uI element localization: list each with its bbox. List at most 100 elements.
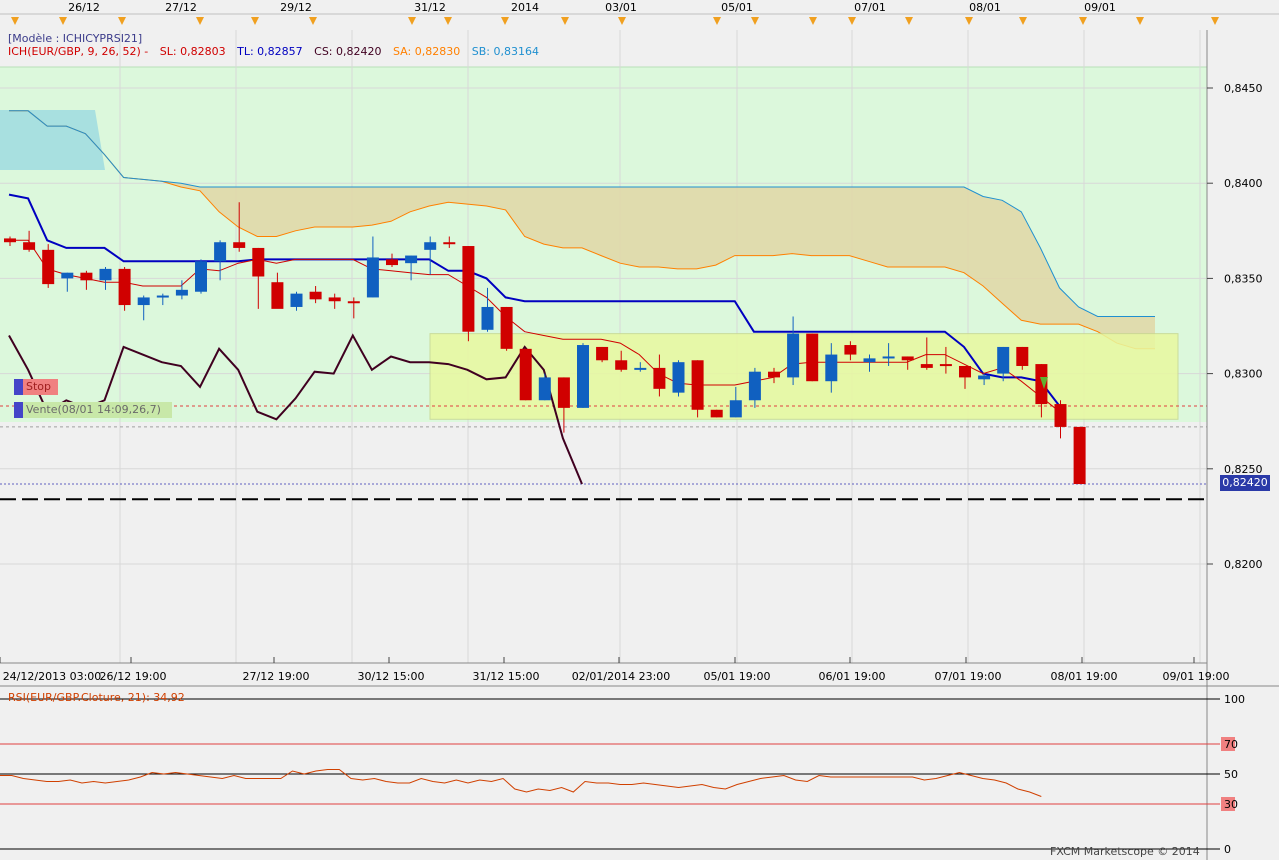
stop-label: Stop	[26, 380, 52, 393]
candle-body-53	[1016, 346, 1029, 366]
top-date-7: 07/01	[854, 1, 886, 14]
candle-body-47	[901, 356, 914, 361]
sell-handle[interactable]	[14, 402, 23, 418]
model-label: [Modèle : ICHICYPRSI21]	[8, 32, 143, 45]
candle-body-36	[691, 360, 704, 410]
y-tick-label-0: 0,8450	[1224, 82, 1263, 95]
candle-body-39	[748, 371, 761, 401]
candle-body-55	[1054, 404, 1067, 427]
candle-body-44	[844, 345, 857, 355]
tl-value: TL: 0,82857	[237, 45, 303, 58]
candle-body-8	[156, 295, 169, 298]
candle-body-24	[462, 246, 475, 332]
candle-body-9	[175, 289, 188, 296]
sell-label: Vente(08/01 14:09,26,7)	[26, 403, 161, 416]
candle-body-51	[978, 375, 991, 380]
sell-order-tag[interactable]: Vente(08/01 14:09,26,7)	[14, 402, 172, 418]
top-date-1: 27/12	[165, 1, 197, 14]
candle-body-13	[252, 247, 265, 277]
candle-body-38	[729, 400, 742, 418]
candle-body-31	[596, 346, 609, 361]
cs-value: CS: 0,82420	[314, 45, 382, 58]
cloud-fill-teal	[0, 110, 105, 170]
x-tick-label-10: 09/01 19:00	[1163, 670, 1230, 683]
y-tick-label-3: 0,8300	[1224, 368, 1263, 381]
x-tick-label-0: 24/12/2013 03:00	[3, 670, 102, 683]
top-date-6: 05/01	[721, 1, 753, 14]
candle-body-29	[557, 377, 570, 408]
ichimoku-legend: ICH(EUR/GBP, 9, 26, 52) - SL: 0,82803 TL…	[8, 45, 547, 58]
rsi-tick-label-50: 50	[1224, 768, 1238, 781]
candle-body-21	[405, 255, 418, 264]
rsi-tick-label-100: 100	[1224, 693, 1245, 706]
candle-body-40	[768, 371, 780, 378]
y-tick-label-4: 0,8250	[1224, 463, 1263, 476]
candle-body-15	[290, 293, 303, 307]
x-tick-label-3: 30/12 15:00	[358, 670, 425, 683]
rsi-panel: 100 70 50 30 0	[0, 693, 1245, 856]
rsi-tick-label-30: 30	[1224, 798, 1238, 811]
x-tick-label-5: 02/01/2014 23:00	[572, 670, 671, 683]
candle-body-30	[577, 345, 589, 408]
stop-handle[interactable]	[14, 379, 23, 395]
x-tick-label-9: 08/01 19:00	[1051, 670, 1118, 683]
y-tick-label-1: 0,8400	[1224, 177, 1263, 190]
candle-body-23	[443, 242, 456, 245]
candle-body-0	[4, 238, 16, 243]
candle-body-12	[233, 242, 246, 248]
candle-body-5	[99, 268, 112, 281]
candle-body-43	[825, 354, 838, 382]
candle-body-22	[424, 242, 437, 250]
rsi-tick-label-0: 0	[1224, 843, 1231, 856]
candle-body-19	[366, 257, 379, 298]
candle-body-32	[615, 360, 628, 370]
candle-body-4	[80, 272, 93, 281]
candle-body-14	[271, 282, 284, 309]
top-date-9: 09/01	[1084, 1, 1116, 14]
y-tick-label-2: 0,8350	[1224, 272, 1263, 285]
x-tick-label-2: 27/12 19:00	[243, 670, 310, 683]
candle-body-16	[309, 291, 322, 300]
y-tick-label-5: 0,8200	[1224, 558, 1263, 571]
x-tick-label-8: 07/01 19:00	[935, 670, 1002, 683]
top-date-8: 08/01	[969, 1, 1001, 14]
candle-body-25	[481, 306, 494, 330]
rsi-title: RSI(EUR/GBP.Cloture, 21): 34,92	[8, 691, 185, 704]
sa-value: SA: 0,82830	[393, 45, 461, 58]
sb-value: SB: 0,83164	[471, 45, 539, 58]
candle-body-17	[328, 297, 341, 302]
candle-body-49	[939, 364, 952, 367]
top-date-5: 03/01	[605, 1, 637, 14]
candle-body-33	[634, 367, 647, 370]
candle-body-42	[806, 333, 819, 382]
time-axis: 24/12/2013 03:0026/12 19:00 27/12 19:00 30…	[0, 657, 1229, 683]
candle-body-1	[23, 242, 36, 250]
candle-body-3	[61, 272, 74, 279]
ich-name: ICH(EUR/GBP, 9, 26, 52) -	[8, 45, 149, 58]
candle-body-18	[347, 301, 360, 304]
stop-order-tag[interactable]: Stop	[14, 379, 58, 395]
x-tick-label-7: 06/01 19:00	[819, 670, 886, 683]
x-tick-label-6: 05/01 19:00	[704, 670, 771, 683]
copyright-text: FXCM Marketscope © 2014	[1050, 845, 1200, 858]
sl-value: SL: 0,82803	[159, 45, 226, 58]
top-date-3: 31/12	[414, 1, 446, 14]
price-axis: 0,8450 0,8400 0,8350 0,8300 0,8250 0,8200	[1207, 82, 1263, 571]
candle-body-2	[42, 249, 55, 285]
candle-body-6	[118, 268, 131, 306]
candle-body-27	[519, 348, 532, 401]
x-tick-label-4: 31/12 15:00	[473, 670, 540, 683]
candle-body-7	[137, 297, 150, 306]
candle-body-41	[787, 333, 800, 378]
candle-body-10	[195, 261, 207, 292]
candle-body-26	[500, 306, 513, 349]
rsi-tick-label-70: 70	[1224, 738, 1238, 751]
chart-canvas: 26/12 27/12 29/12 31/12 2014 03/01 05/01 07/01 0…	[0, 0, 1279, 860]
candle-body-52	[997, 346, 1010, 374]
candle-body-11	[214, 242, 227, 262]
candle-body-50	[959, 365, 971, 378]
candle-body-37	[710, 409, 723, 418]
candle-body-35	[672, 362, 685, 393]
candle-body-48	[920, 364, 933, 368]
current-price-badge: 0,82420	[1220, 475, 1270, 491]
